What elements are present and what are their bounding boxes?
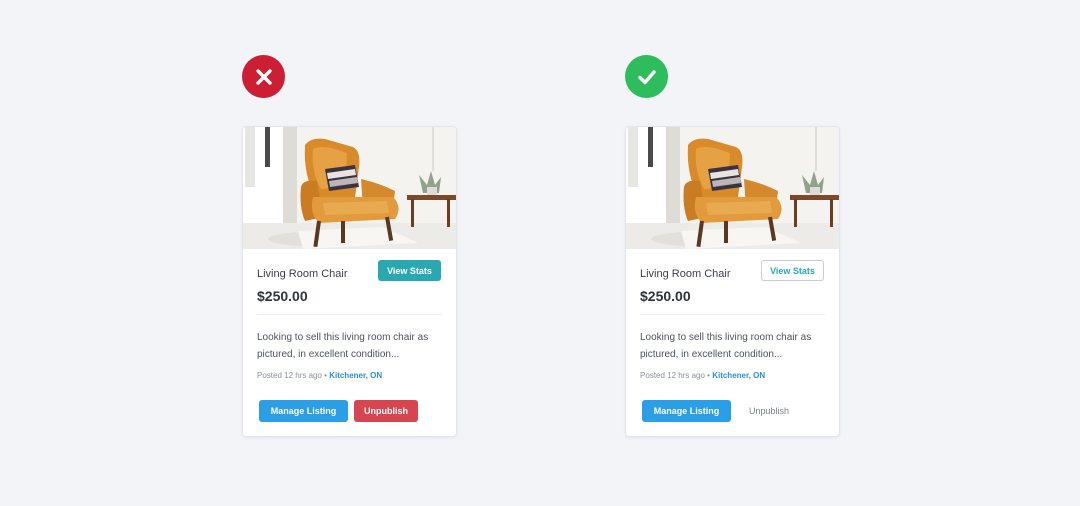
listing-meta: Posted 12 hrs ago • Kitchener, ON	[640, 371, 765, 380]
listing-price: $250.00	[640, 288, 691, 304]
view-stats-button[interactable]: View Stats	[378, 260, 441, 281]
listing-description: Looking to sell this living room chair a…	[640, 332, 812, 360]
unpublish-button[interactable]: Unpublish	[354, 400, 418, 422]
listing-meta: Posted 12 hrs ago • Kitchener, ON	[257, 371, 382, 380]
chair-image	[626, 127, 839, 249]
listing-title: Living Room Chair	[257, 268, 348, 280]
location-link[interactable]: Kitchener, ON	[712, 371, 765, 380]
manage-listing-button[interactable]: Manage Listing	[642, 400, 731, 422]
location-link[interactable]: Kitchener, ON	[329, 371, 382, 380]
listing-title: Living Room Chair	[640, 268, 731, 280]
divider	[257, 314, 442, 315]
listing-photo[interactable]	[626, 127, 839, 249]
unpublish-button[interactable]: Unpublish	[737, 400, 801, 422]
listing-description: Looking to sell this living room chair a…	[257, 332, 429, 360]
manage-listing-button[interactable]: Manage Listing	[259, 400, 348, 422]
checkmark-icon	[637, 69, 656, 84]
listing-photo[interactable]	[243, 127, 456, 249]
view-stats-button[interactable]: View Stats	[761, 260, 824, 281]
listing-card: Living Room Chair $250.00 View Stats Loo…	[242, 126, 457, 437]
chair-image	[243, 127, 456, 249]
correct-badge	[625, 55, 668, 98]
posted-time: Posted 12 hrs ago	[257, 371, 322, 380]
incorrect-badge	[242, 55, 285, 98]
posted-time: Posted 12 hrs ago	[640, 371, 705, 380]
listing-card: Living Room Chair $250.00 View Stats Loo…	[625, 126, 840, 437]
x-icon	[255, 68, 272, 85]
listing-price: $250.00	[257, 288, 308, 304]
divider	[640, 314, 825, 315]
